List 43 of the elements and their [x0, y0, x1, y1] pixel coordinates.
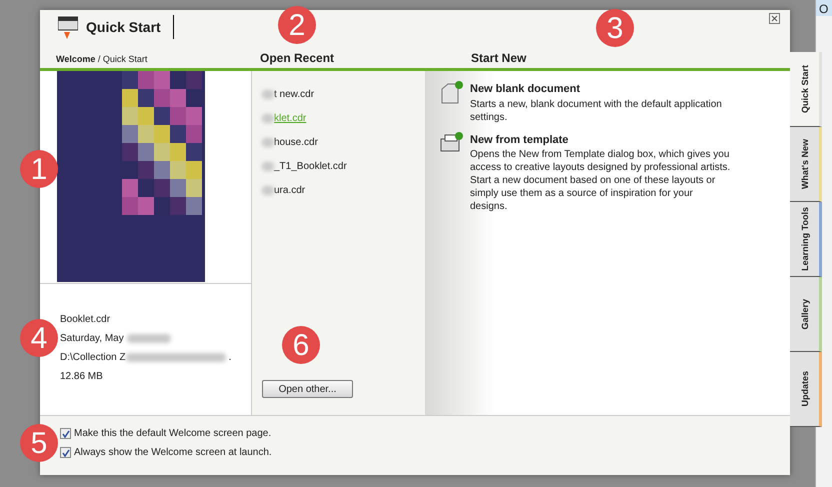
file-size: 12.86 MB	[60, 370, 104, 384]
blurred-text	[262, 162, 274, 171]
file-name: Booklet.cdr	[60, 313, 112, 327]
blurred-text	[262, 90, 274, 99]
checkbox[interactable]	[60, 447, 71, 458]
option-title[interactable]: New blank document	[470, 81, 732, 98]
recent-file-link[interactable]: house.cdr	[274, 135, 318, 150]
side-tab[interactable]: Updates	[790, 352, 822, 427]
number-callout: 5	[20, 424, 58, 462]
template-icon	[440, 132, 464, 154]
blurred-text	[262, 138, 274, 147]
open-other-button[interactable]: Open other...	[262, 380, 353, 398]
option-title[interactable]: New from template	[470, 132, 732, 148]
checkbox[interactable]	[60, 428, 71, 439]
recent-file-link[interactable]: t new.cdr	[274, 87, 314, 102]
blurred-text	[262, 186, 274, 195]
check-icon	[62, 448, 70, 456]
file-date: Saturday, May	[60, 332, 124, 346]
section-heading: Open Recent	[260, 50, 334, 67]
file-path: D:\Collection Z	[60, 351, 126, 365]
number-callout: 1	[20, 150, 58, 188]
checkbox-label: Always show the Welcome screen at launch.	[74, 446, 272, 460]
recent-file-link[interactable]: ura.cdr	[274, 183, 306, 198]
option-description: Opens the New from Template dialog box, which gives you access to creative layouts designed by professional artists. Start a new document based on one of these layouts or simply use them as a source of inspiration for your designs.	[470, 148, 732, 213]
checkbox-label: Make this the default Welcome screen page.	[74, 427, 272, 441]
side-tab[interactable]: What's New	[790, 127, 822, 202]
number-callout: 4	[20, 319, 58, 357]
recent-file-link[interactable]: _T1_Booklet.cdr	[274, 159, 347, 174]
page-title: Quick Start	[86, 15, 174, 39]
section-heading: Start New	[471, 50, 526, 67]
close-icon	[771, 15, 778, 22]
blurred-text	[126, 334, 171, 343]
side-tab[interactable]: Quick Start	[790, 52, 822, 127]
new-document-icon	[440, 81, 464, 105]
panel-label: O	[816, 0, 832, 16]
close-button[interactable]	[769, 13, 780, 24]
side-tab[interactable]: Learning Tools	[790, 202, 822, 277]
blurred-text	[262, 114, 274, 123]
check-icon	[62, 430, 70, 438]
file-path-end: .	[228, 351, 232, 365]
breadcrumb: Welcome / Quick Start	[55, 52, 148, 66]
side-tab[interactable]: Gallery	[790, 277, 822, 352]
option-description: Starts a new, blank document with the default application settings.	[470, 98, 723, 124]
